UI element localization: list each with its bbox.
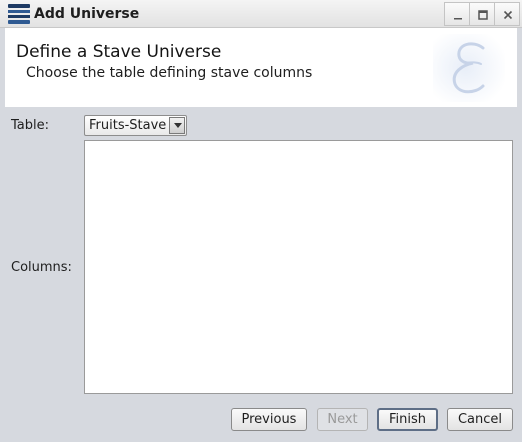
window-title: Add Universe [34,6,140,22]
table-select-value: Fruits-Stave [89,118,167,133]
columns-list[interactable] [84,140,513,394]
wizard-header: Define a Stave Universe Choose the table… [5,28,517,107]
dropdown-button[interactable] [169,117,185,134]
page-title: Define a Stave Universe [16,42,222,62]
close-button[interactable] [494,2,520,26]
table-select[interactable]: Fruits-Stave [84,115,187,136]
minimize-button[interactable] [444,2,470,26]
script-e-logo-icon [433,34,505,102]
finish-button[interactable]: Finish [377,408,438,431]
title-bar[interactable]: Add Universe [0,0,522,28]
previous-button[interactable]: Previous [231,408,307,431]
window-controls [444,2,520,26]
cancel-button[interactable]: Cancel [447,408,513,431]
add-universe-dialog: Add Universe Define a Stave Universe Cho… [0,0,522,442]
maximize-button[interactable] [469,2,495,26]
page-subtitle: Choose the table defining stave columns [26,65,313,81]
table-label: Table: [11,118,49,133]
columns-label: Columns: [11,260,72,275]
next-button[interactable]: Next [317,408,368,431]
universe-app-icon [7,3,31,25]
